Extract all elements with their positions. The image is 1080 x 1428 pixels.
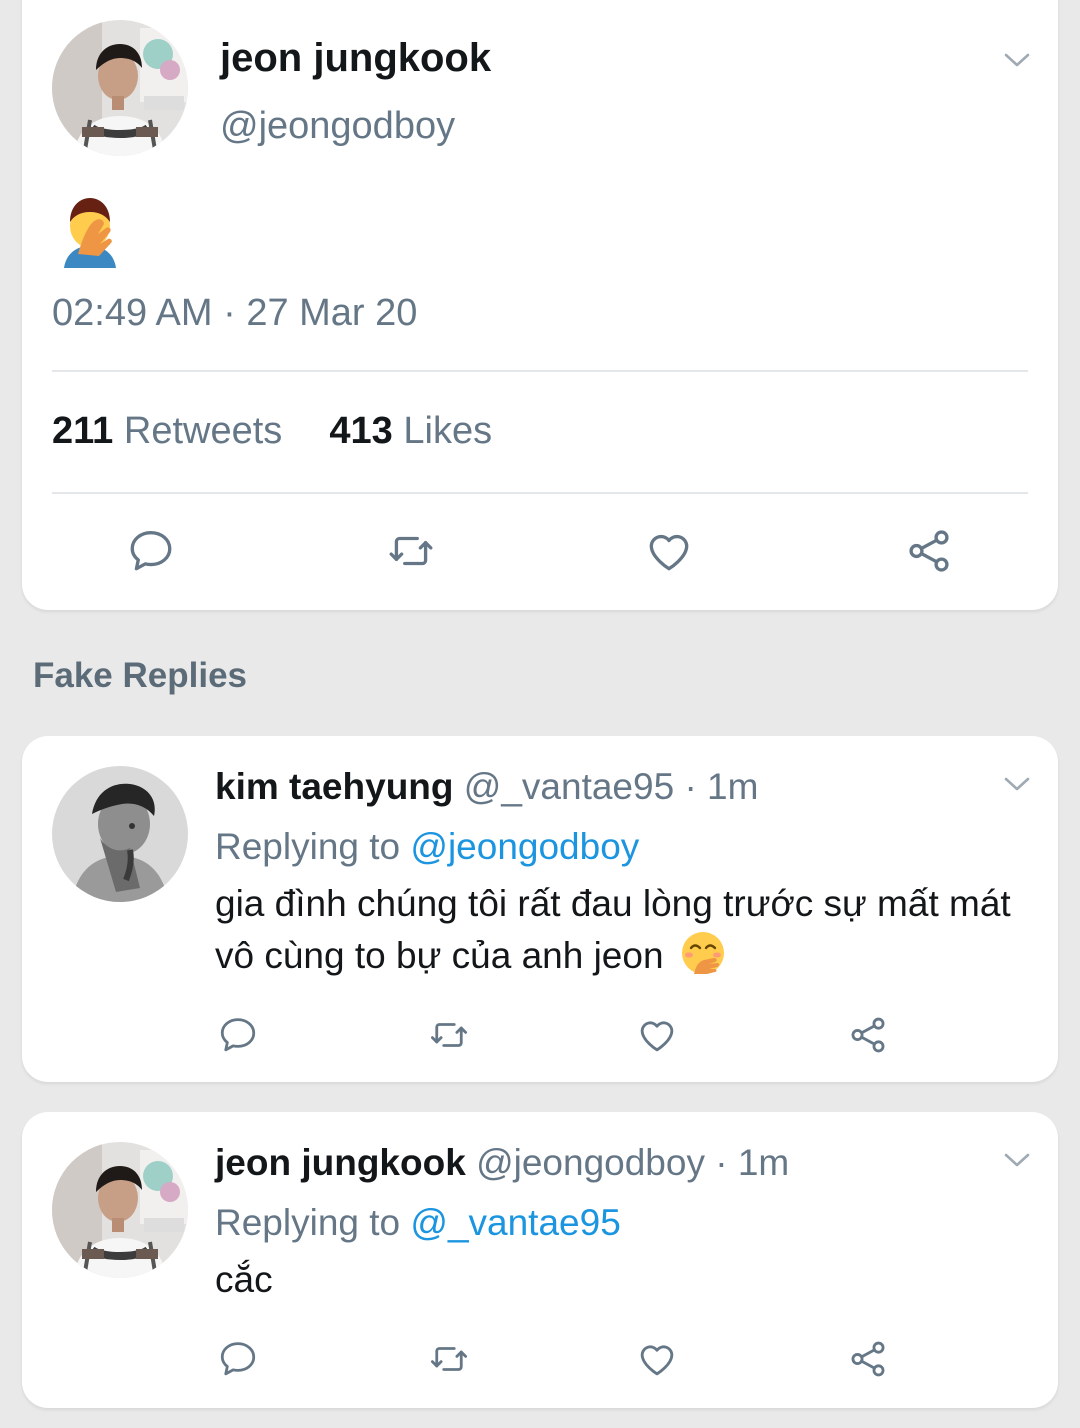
replying-prefix: Replying to [215, 826, 401, 867]
reply-card[interactable]: kim taehyung @_vantae95 · 1m Replying to… [22, 736, 1058, 1082]
like-icon[interactable] [644, 526, 694, 576]
reply-icon[interactable] [217, 1338, 259, 1380]
avatar[interactable] [52, 766, 188, 902]
divider [52, 370, 1028, 372]
tweet-card: jeon jungkook @jeongodboy 02:49 AM · 27 … [22, 0, 1058, 610]
replying-prefix: Replying to [215, 1202, 401, 1243]
reply-icon[interactable] [126, 526, 176, 576]
avatar[interactable] [52, 1142, 188, 1278]
reply-header: jeon jungkook @jeongodboy · 1m [215, 1142, 789, 1184]
mention-link[interactable]: @jeongodboy [410, 826, 639, 867]
facepalm-emoji [58, 196, 122, 268]
chevron-down-icon[interactable] [1002, 774, 1032, 794]
author-handle[interactable]: @jeongodboy [476, 1142, 705, 1183]
avatar[interactable] [52, 20, 188, 156]
like-icon[interactable] [636, 1338, 678, 1380]
share-icon[interactable] [847, 1338, 889, 1380]
reply-body: cắc [215, 1259, 273, 1300]
author-handle[interactable]: @_vantae95 [464, 766, 674, 807]
reply-header: kim taehyung @_vantae95 · 1m [215, 766, 758, 808]
reply-icon[interactable] [217, 1014, 259, 1056]
retweets-count[interactable]: 211 [52, 410, 113, 452]
retweets-label[interactable]: Retweets [124, 410, 282, 452]
hand-over-mouth-emoji [680, 930, 726, 976]
chevron-down-icon[interactable] [1002, 50, 1032, 70]
likes-label[interactable]: Likes [403, 410, 492, 452]
like-icon[interactable] [636, 1014, 678, 1056]
retweet-icon[interactable] [384, 526, 438, 576]
author-name[interactable]: kim taehyung [215, 766, 454, 807]
reply-body: gia đình chúng tôi rất đau lòng trước sự… [215, 883, 1011, 976]
reply-text: gia đình chúng tôi rất đau lòng trước sự… [215, 878, 1045, 982]
retweet-icon[interactable] [426, 1014, 472, 1056]
mention-link[interactable]: @_vantae95 [410, 1202, 620, 1243]
author-name[interactable]: jeon jungkook [215, 1142, 466, 1183]
tweet-stats: 211 Retweets 413 Likes [52, 410, 492, 453]
author-name[interactable]: jeon jungkook [220, 36, 491, 81]
retweet-icon[interactable] [426, 1338, 472, 1380]
reply-card[interactable]: jeon jungkook @jeongodboy · 1m Replying … [22, 1112, 1058, 1408]
reply-time: · 1m [715, 1142, 790, 1183]
author-handle[interactable]: @jeongodboy [220, 105, 455, 148]
share-icon[interactable] [904, 526, 954, 576]
reply-time: · 1m [684, 766, 759, 807]
replying-to: Replying to @_vantae95 [215, 1202, 621, 1244]
divider [52, 492, 1028, 494]
likes-count[interactable]: 413 [329, 410, 392, 452]
tweet-timestamp: 02:49 AM · 27 Mar 20 [52, 292, 418, 334]
replying-to: Replying to @jeongodboy [215, 826, 639, 868]
chevron-down-icon[interactable] [1002, 1150, 1032, 1170]
share-icon[interactable] [847, 1014, 889, 1056]
section-title: Fake Replies [33, 656, 247, 695]
